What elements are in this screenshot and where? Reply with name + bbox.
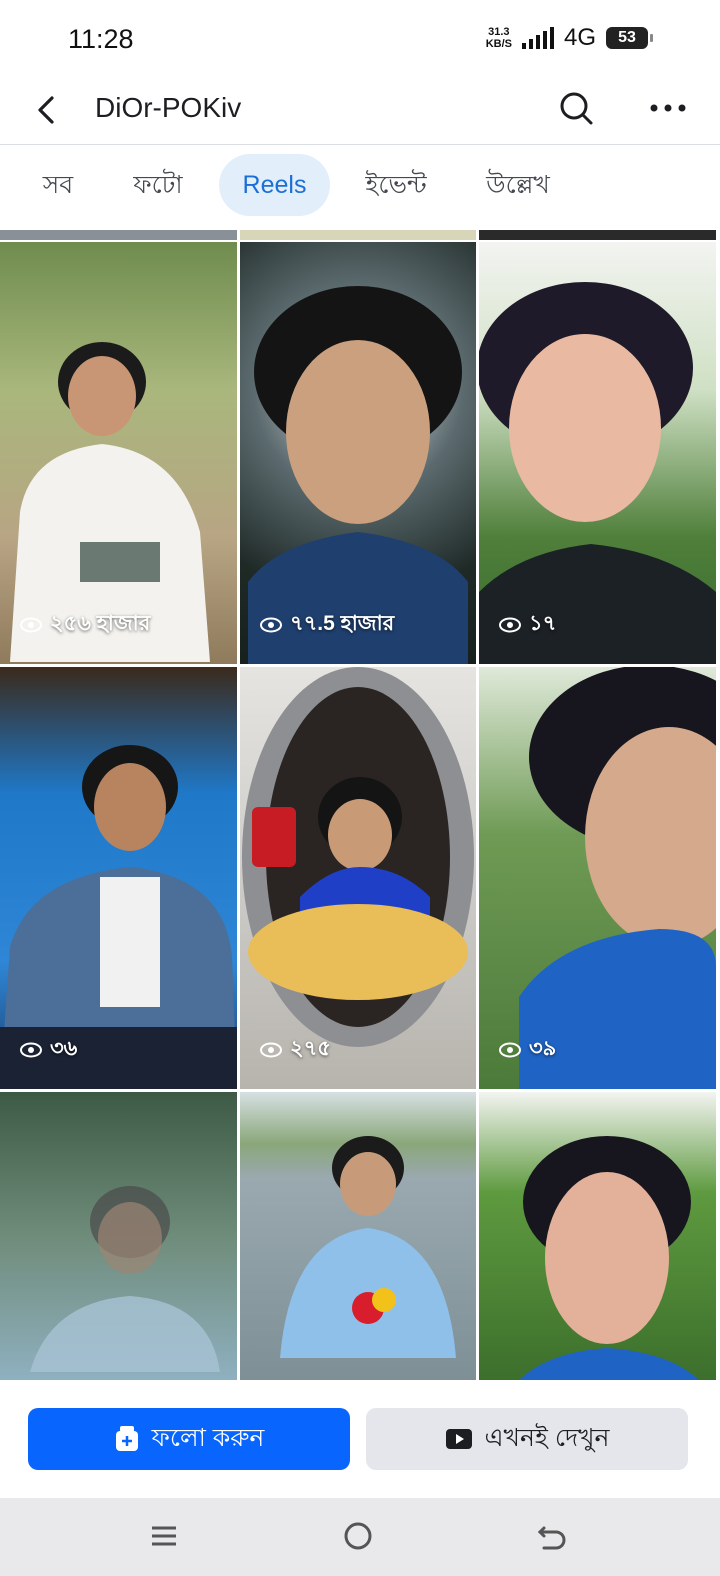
follow-button-label: ফলো করুন [151,1423,265,1452]
status-time: 11:28 [68,24,134,54]
reel-thumbnail[interactable] [0,1092,237,1380]
play-icon [445,1429,472,1449]
status-indicators: 31.3 KB/S 4G 53 [486,24,653,52]
person-thumbnail [242,667,474,1047]
battery-icon: 53 [606,27,653,49]
tab-reels[interactable]: Reels [219,154,330,216]
reels-grid: ২৫৬ হাজার ৭৭.5 হাজার ১৭ ৩৬ ২৭৫ ৩৯ [0,230,720,1380]
view-count: ২৫৬ হাজার [20,607,150,642]
reel-thumbnail[interactable]: ২৭৫ [240,667,476,1089]
view-count-text: ২৫৬ হাজার [50,612,151,635]
filter-tabs: সব ফটো Reels ইভেন্ট উল্লেখ [0,146,720,230]
search-icon[interactable] [556,88,596,128]
eye-icon [499,1042,521,1057]
reel-thumbnail[interactable] [240,1092,476,1380]
view-count: ৭৭.5 হাজার [260,607,394,642]
reel-thumbnail[interactable] [479,1092,716,1380]
tab-mentions[interactable]: উল্লেখ [470,154,566,216]
view-count-text: ৭৭.5 হাজার [290,612,395,635]
system-nav-bar [0,1498,720,1576]
eye-icon [499,617,521,632]
view-count: ৩৬ [20,1032,77,1067]
reel-thumbnail[interactable]: ১৭ [479,242,716,664]
signal-icon [521,27,554,49]
page-title: DiOr-POKiv [95,92,242,123]
network-speed: 31.3 KB/S [486,26,512,50]
follow-button[interactable]: ফলো করুন [28,1408,350,1470]
reel-thumbnail[interactable]: ২৫৬ হাজার [0,242,237,664]
watch-now-button[interactable]: এখনই দেখুন [366,1408,688,1470]
tab-all[interactable]: সব [22,154,94,216]
reel-thumbnail[interactable]: ৩৬ [0,667,237,1089]
eye-icon [260,617,282,632]
view-count: ৩৯ [499,1032,556,1067]
view-count: ২৭৫ [260,1032,331,1067]
previous-row-edge [240,230,476,240]
network-speed-value: 31.3 [488,26,510,38]
tab-events[interactable]: ইভেন্ট [350,154,442,216]
network-speed-unit: KB/S [485,38,512,50]
eye-icon [20,1042,42,1057]
view-count: ১৭ [499,607,556,642]
view-count-text: ৩৯ [529,1037,557,1060]
back-nav-icon[interactable] [530,1516,574,1556]
reel-thumbnail[interactable]: ৩৯ [479,667,716,1089]
action-bar: ফলো করুন এখনই দেখুন [0,1380,720,1498]
person-thumbnail [519,667,716,1089]
back-arrow-icon[interactable] [28,90,68,130]
eye-icon [260,1042,282,1057]
reel-thumbnail[interactable]: ৭৭.5 হাজার [240,242,476,664]
more-horizontal-icon[interactable] [646,88,690,128]
recent-apps-icon[interactable] [142,1516,186,1556]
person-thumbnail [30,1186,220,1372]
top-app-bar: DiOr-POKiv [0,80,720,145]
eye-icon [20,617,42,632]
network-type: 4G [563,24,596,51]
view-count-text: ৩৬ [50,1037,78,1060]
person-thumbnail [280,1136,456,1358]
status-bar: 11:28 31.3 KB/S 4G 53 [0,0,720,80]
previous-row-edge [479,230,716,240]
watch-now-button-label: এখনই দেখুন [484,1423,610,1452]
view-count-text: ১৭ [529,612,557,635]
follow-icon [115,1426,138,1451]
person-thumbnail [479,282,716,664]
view-count-text: ২৭৫ [290,1037,331,1060]
home-icon[interactable] [336,1516,380,1556]
previous-row-edge [0,230,237,240]
tab-photos[interactable]: ফটো [114,154,202,216]
person-thumbnail [519,1136,699,1380]
